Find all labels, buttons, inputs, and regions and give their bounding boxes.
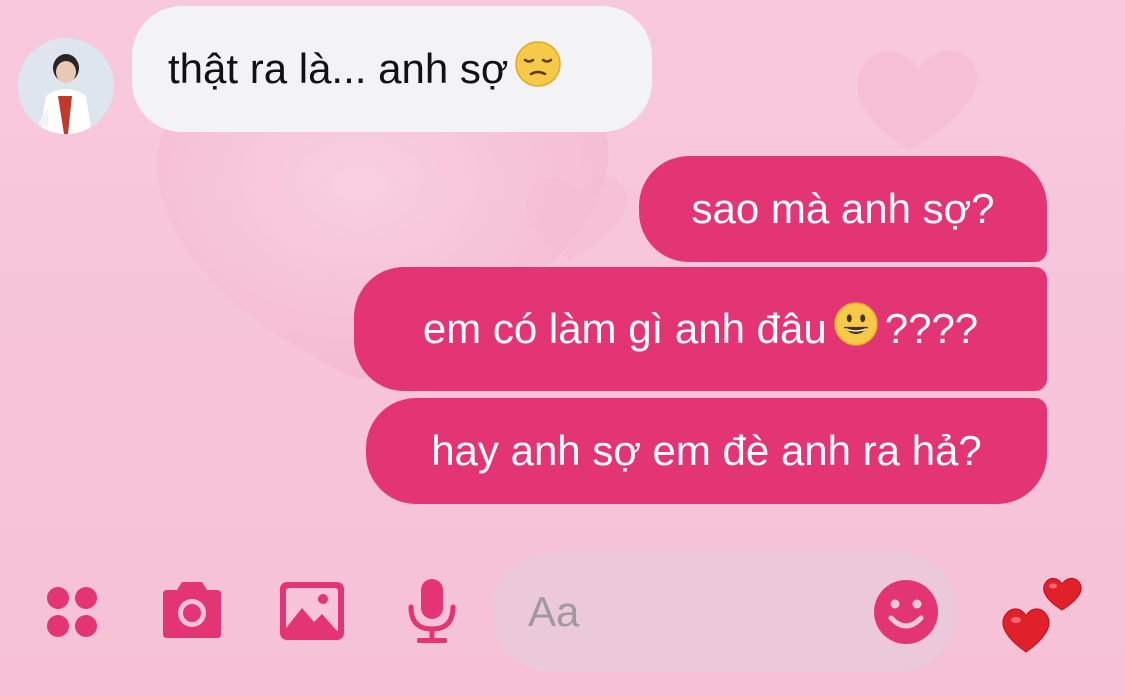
double-heart-icon[interactable]: [996, 566, 1088, 658]
message-text: em có làm gì anh đâu: [422, 305, 827, 352]
emoji-icon[interactable]: [872, 578, 940, 646]
grinning-face-emoji-icon: [833, 301, 879, 357]
microphone-icon[interactable]: [402, 577, 462, 647]
outgoing-message[interactable]: em có làm gì anh đâu ????: [354, 267, 1047, 391]
image-icon[interactable]: [278, 580, 346, 642]
message-text: thật ra là... anh sợ: [168, 45, 509, 92]
pensive-face-emoji-icon: [514, 40, 562, 98]
message-text: ????: [884, 305, 979, 352]
outgoing-message[interactable]: hay anh sợ em đè anh ra hả?: [366, 398, 1047, 504]
contact-avatar[interactable]: [18, 38, 114, 134]
camera-icon[interactable]: [157, 580, 227, 642]
menu-dots-icon[interactable]: [42, 582, 102, 642]
incoming-message[interactable]: thật ra là... anh sợ: [132, 6, 652, 132]
avatar-photo: [18, 38, 114, 134]
message-text: sao mà anh sợ?: [691, 185, 995, 232]
message-text: hay anh sợ em đè anh ra hả?: [431, 427, 982, 474]
outgoing-message[interactable]: sao mà anh sợ?: [639, 156, 1047, 262]
message-composer[interactable]: [492, 552, 958, 672]
message-input[interactable]: [528, 582, 858, 642]
